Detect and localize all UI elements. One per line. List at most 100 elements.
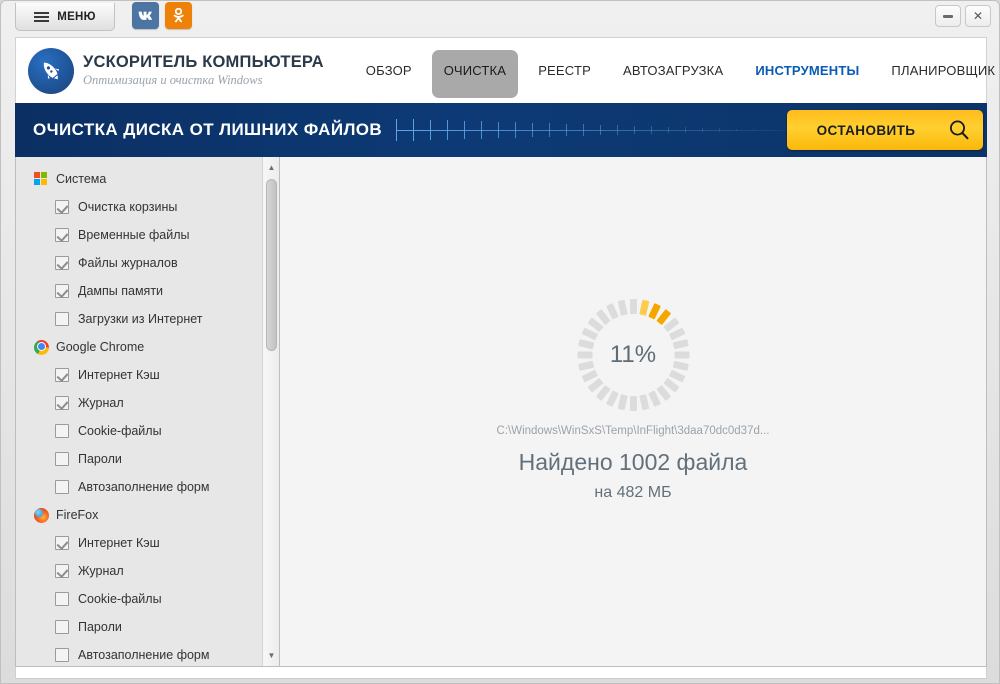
tab-scheduler-label: ПЛАНИРОВЩИК bbox=[891, 63, 995, 78]
progress-spinner: 11% bbox=[577, 299, 689, 411]
category-tree: СистемаОчистка корзиныВременные файлы Фай… bbox=[16, 157, 279, 666]
checkbox[interactable] bbox=[55, 200, 69, 214]
tab-autostart[interactable]: АВТОЗАГРУЗКА bbox=[607, 38, 739, 104]
tab-registry[interactable]: РЕЕСТР bbox=[522, 38, 607, 104]
rocket-icon bbox=[28, 48, 74, 94]
scroll-up-icon[interactable]: ▲ bbox=[263, 159, 280, 176]
banner-tick bbox=[668, 127, 669, 134]
checkbox[interactable] bbox=[55, 312, 69, 326]
banner-tick bbox=[464, 121, 465, 139]
windows-icon bbox=[34, 172, 49, 187]
category-item[interactable]: Автозаполнение форм bbox=[16, 641, 279, 666]
banner-tick bbox=[617, 125, 618, 135]
brand-text: УСКОРИТЕЛЬ КОМПЬЮТЕРА Оптимизация и очис… bbox=[83, 53, 324, 88]
brand-title: УСКОРИТЕЛЬ КОМПЬЮТЕРА bbox=[83, 53, 324, 72]
chrome-icon bbox=[34, 340, 49, 355]
brand-subtitle: Оптимизация и очистка Windows bbox=[83, 73, 324, 88]
category-group-label: FireFox bbox=[56, 508, 98, 522]
category-item[interactable]: Дампы памяти bbox=[16, 277, 279, 305]
banner-tick bbox=[736, 129, 737, 132]
checkbox[interactable] bbox=[55, 452, 69, 466]
minimize-icon bbox=[943, 15, 953, 18]
checkbox[interactable] bbox=[55, 256, 69, 270]
odnoklassniki-icon[interactable] bbox=[165, 2, 192, 29]
category-item-label: Cookie-файлы bbox=[78, 592, 162, 606]
category-item-label: Cookie-файлы bbox=[78, 424, 162, 438]
category-item-label: Автозаполнение форм bbox=[78, 480, 209, 494]
stop-button-label: ОСТАНОВИТЬ bbox=[787, 123, 935, 138]
category-item-label: Журнал bbox=[78, 396, 124, 410]
category-item[interactable]: Временные файлы bbox=[16, 221, 279, 249]
minimize-button[interactable] bbox=[935, 5, 961, 27]
tab-cleanup[interactable]: ОЧИСТКА bbox=[428, 38, 522, 104]
menu-button[interactable]: МЕНЮ bbox=[15, 3, 115, 31]
checkbox[interactable] bbox=[55, 648, 69, 662]
social-buttons bbox=[132, 2, 192, 29]
banner-tick bbox=[719, 128, 720, 132]
app-header: УСКОРИТЕЛЬ КОМПЬЮТЕРА Оптимизация и очис… bbox=[15, 37, 987, 103]
category-item[interactable]: Файлы журналов bbox=[16, 249, 279, 277]
category-group[interactable]: Google Chrome bbox=[16, 333, 279, 361]
checkbox[interactable] bbox=[55, 564, 69, 578]
banner-tick bbox=[532, 123, 533, 137]
main-nav: ОБЗОР ОЧИСТКА РЕЕСТР АВТОЗАГРУЗКА ИНСТРУ… bbox=[350, 38, 1000, 104]
banner-tick bbox=[430, 120, 431, 140]
checkbox[interactable] bbox=[55, 480, 69, 494]
cleanup-category-sidebar: СистемаОчистка корзиныВременные файлы Фай… bbox=[16, 157, 280, 666]
checkbox[interactable] bbox=[55, 536, 69, 550]
category-item-label: Файлы журналов bbox=[78, 256, 178, 270]
banner-tick bbox=[515, 122, 516, 137]
stop-button[interactable]: ОСТАНОВИТЬ bbox=[787, 110, 983, 150]
category-item-label: Пароли bbox=[78, 620, 122, 634]
banner-tick bbox=[753, 129, 754, 131]
content-area: СистемаОчистка корзиныВременные файлы Фай… bbox=[15, 157, 987, 667]
banner-tick bbox=[413, 119, 414, 140]
checkbox[interactable] bbox=[55, 396, 69, 410]
sidebar-scrollbar[interactable]: ▲ ▼ bbox=[262, 157, 279, 666]
checkbox[interactable] bbox=[55, 368, 69, 382]
category-item-label: Дампы памяти bbox=[78, 284, 163, 298]
checkbox[interactable] bbox=[55, 620, 69, 634]
category-item[interactable]: Загрузки из Интернет bbox=[16, 305, 279, 333]
category-item[interactable]: Интернет Кэш bbox=[16, 529, 279, 557]
checkbox[interactable] bbox=[55, 592, 69, 606]
category-item[interactable]: Очистка корзины bbox=[16, 193, 279, 221]
category-item[interactable]: Пароли bbox=[16, 445, 279, 473]
category-item-label: Интернет Кэш bbox=[78, 536, 160, 550]
tab-tools-label: ИНСТРУМЕНТЫ bbox=[755, 63, 859, 78]
scroll-down-icon[interactable]: ▼ bbox=[263, 647, 280, 664]
vk-icon[interactable] bbox=[132, 2, 159, 29]
checkbox[interactable] bbox=[55, 284, 69, 298]
scan-panel: 11% C:\Windows\WinSxS\Temp\InFlight\3daa… bbox=[280, 157, 986, 666]
checkbox[interactable] bbox=[55, 228, 69, 242]
scan-status: 11% C:\Windows\WinSxS\Temp\InFlight\3daa… bbox=[280, 299, 986, 502]
category-item[interactable]: Журнал bbox=[16, 389, 279, 417]
checkbox[interactable] bbox=[55, 424, 69, 438]
tab-scheduler[interactable]: ПЛАНИРОВЩИК bbox=[875, 38, 1000, 104]
category-item[interactable]: Автозаполнение форм bbox=[16, 473, 279, 501]
close-button[interactable]: ✕ bbox=[965, 5, 991, 27]
banner-tick bbox=[583, 124, 584, 136]
banner-tick bbox=[498, 122, 499, 138]
category-item[interactable]: Cookie-файлы bbox=[16, 417, 279, 445]
category-item[interactable]: Интернет Кэш bbox=[16, 361, 279, 389]
banner-tick bbox=[549, 123, 550, 136]
category-group[interactable]: Система bbox=[16, 165, 279, 193]
progress-percent: 11% bbox=[577, 299, 689, 411]
tab-tools[interactable]: ИНСТРУМЕНТЫ bbox=[739, 38, 875, 104]
category-group-label: Google Chrome bbox=[56, 340, 144, 354]
category-item-label: Журнал bbox=[78, 564, 124, 578]
search-icon bbox=[935, 118, 983, 142]
banner-tick bbox=[702, 128, 703, 133]
close-icon: ✕ bbox=[973, 9, 983, 23]
category-item[interactable]: Журнал bbox=[16, 557, 279, 585]
category-item[interactable]: Пароли bbox=[16, 613, 279, 641]
tab-overview[interactable]: ОБЗОР bbox=[350, 38, 428, 104]
scrollbar-thumb[interactable] bbox=[266, 179, 277, 351]
banner-tick-decoration bbox=[396, 117, 786, 143]
category-item[interactable]: Cookie-файлы bbox=[16, 585, 279, 613]
category-item-label: Пароли bbox=[78, 452, 122, 466]
category-item-label: Автозаполнение форм bbox=[78, 648, 209, 662]
tab-cleanup-label: ОЧИСТКА bbox=[444, 63, 506, 78]
category-group[interactable]: FireFox bbox=[16, 501, 279, 529]
